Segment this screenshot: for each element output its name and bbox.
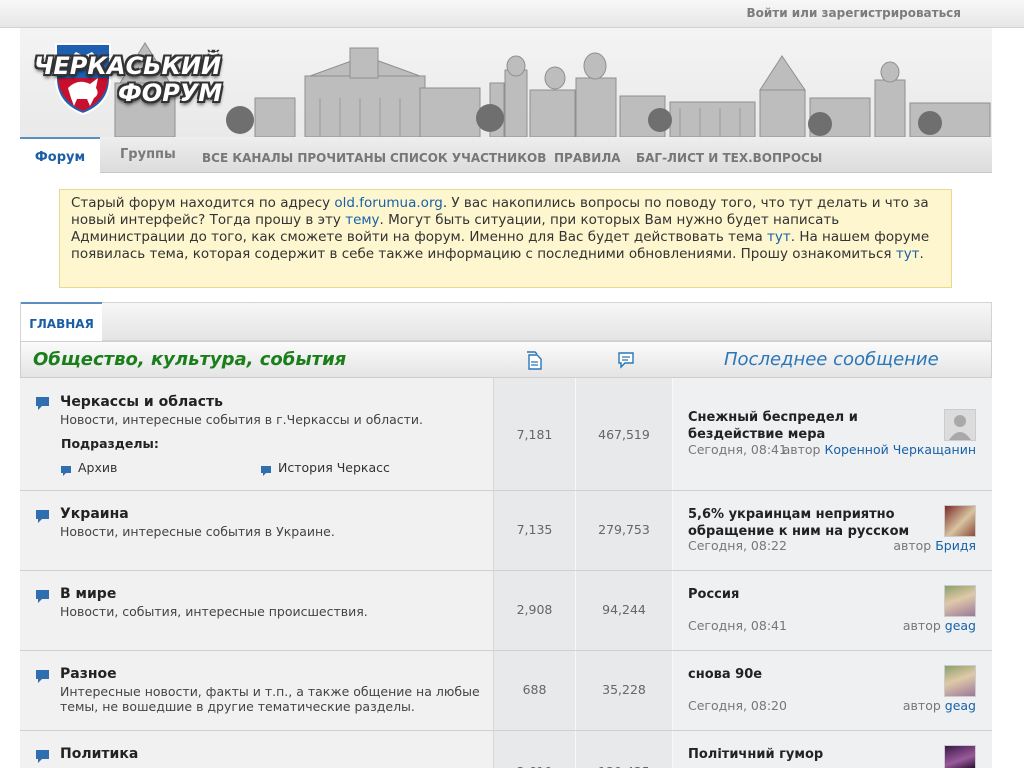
forum-thread-count: 7,181 xyxy=(494,378,576,490)
announcement-notice: Старый форум находится по адресу old.for… xyxy=(59,189,952,288)
last-post-title[interactable]: Снежный беспредел и бездействие мера xyxy=(688,409,926,443)
forum-message-count: 35,228 xyxy=(576,651,673,730)
forum-description: Новости, интересные события в Украине. xyxy=(60,524,335,539)
forum-description: Интересные новости, факты и т.п., а такж… xyxy=(60,684,480,714)
forum-info-cell: Украина Новости, интересные события в Ук… xyxy=(20,491,494,570)
avatar[interactable] xyxy=(944,409,976,441)
nav-link-mark-all-read[interactable]: ВСЕ КАНАЛЫ ПРОЧИТАНЫ xyxy=(202,151,386,165)
notice-here-link[interactable]: тут xyxy=(767,229,791,245)
last-post-title[interactable]: 5,6% украинцам неприятно обращение к ним… xyxy=(688,506,926,540)
forum-bubble-icon xyxy=(35,508,51,528)
avatar[interactable] xyxy=(944,745,976,768)
forum-row: Разное Интересные новости, факты и т.п.,… xyxy=(20,651,992,731)
last-post-author: автор geag xyxy=(903,698,976,713)
forum-row: В мире Новости, события, интересные прои… xyxy=(20,571,992,651)
subforum-link-archive[interactable]: Архив xyxy=(78,460,117,475)
login-register-link[interactable]: Войти или зарегистрироваться xyxy=(746,6,961,20)
subforum-icon xyxy=(261,462,272,481)
subforum-icon xyxy=(61,462,72,481)
last-post-author-link[interactable]: Бридя xyxy=(935,538,976,553)
forum-message-count: 130,435 xyxy=(576,731,673,768)
forum-description: Новости, интересные события в г.Черкассы… xyxy=(60,412,423,427)
author-prefix: автор xyxy=(902,698,941,713)
last-post-title[interactable]: Політичний гумор xyxy=(688,746,926,763)
forum-title[interactable]: Черкассы и область xyxy=(60,394,223,410)
main-navigation: Форум Группы ВСЕ КАНАЛЫ ПРОЧИТАНЫ СПИСОК… xyxy=(20,137,992,173)
author-prefix: автор xyxy=(902,618,941,633)
messages-icon xyxy=(617,351,635,374)
nav-tab-groups[interactable]: Группы xyxy=(120,147,176,162)
forum-message-count: 94,244 xyxy=(576,571,673,650)
logo-text-line1: ЧЕРКАСЬКИЙ xyxy=(34,52,222,80)
category-header: Общество, культура, события Последнее со… xyxy=(20,341,992,378)
last-post-author: автор Коренной Черкащанин xyxy=(783,442,976,457)
nav-link-members-list[interactable]: СПИСОК УЧАСТНИКОВ xyxy=(390,151,546,165)
forum-description: Новости, события, интересные происшестви… xyxy=(60,604,368,619)
last-post-cell: Політичний гумор xyxy=(673,731,992,768)
forum-title[interactable]: Политика xyxy=(60,746,138,762)
forum-bubble-icon xyxy=(35,668,51,688)
forum-info-cell: Черкассы и область Новости, интересные с… xyxy=(20,378,494,490)
subforum-link-history[interactable]: История Черкасс xyxy=(278,460,390,475)
threads-icon xyxy=(526,351,544,374)
notice-text: . xyxy=(919,246,924,262)
forum-thread-count: 7,135 xyxy=(494,491,576,570)
avatar[interactable] xyxy=(944,665,976,697)
forum-info-cell: Политика xyxy=(20,731,494,768)
last-post-author-link[interactable]: Коренной Черкащанин xyxy=(824,442,976,457)
last-post-column-header: Последнее сообщение xyxy=(724,349,939,370)
forum-title[interactable]: Разное xyxy=(60,666,117,682)
last-post-cell: 5,6% украинцам неприятно обращение к ним… xyxy=(673,491,992,570)
last-post-author: автор Бридя xyxy=(893,538,976,553)
forum-row: Черкассы и область Новости, интересные с… xyxy=(20,378,992,491)
avatar[interactable] xyxy=(944,585,976,617)
nav-link-rules[interactable]: ПРАВИЛА xyxy=(554,151,621,165)
forum-message-count: 467,519 xyxy=(576,378,673,490)
last-post-title[interactable]: снова 90е xyxy=(688,666,926,683)
notice-updates-link[interactable]: тут xyxy=(896,246,920,262)
site-banner[interactable]: ЧЕРКАСЬКИЙ ФОРУМ xyxy=(20,28,992,137)
forum-row: Украина Новости, интересные события в Ук… xyxy=(20,491,992,571)
last-post-title[interactable]: Россия xyxy=(688,586,926,603)
forum-title[interactable]: Украина xyxy=(60,506,129,522)
logo-text-line2: ФОРУМ xyxy=(118,79,223,107)
last-post-date: Сегодня, 08:22 xyxy=(688,538,787,553)
last-post-cell: Снежный беспредел и бездействие мера Сег… xyxy=(673,378,992,490)
nav-link-bug-list[interactable]: БАГ-ЛИСТ И ТЕХ.ВОПРОСЫ xyxy=(636,151,822,165)
nav-tab-forum[interactable]: Форум xyxy=(20,137,100,173)
forum-bubble-icon xyxy=(35,748,51,768)
category-title[interactable]: Общество, культура, события xyxy=(33,349,346,370)
forum-thread-count: 688 xyxy=(494,651,576,730)
last-post-author-link[interactable]: geag xyxy=(945,618,976,633)
avatar[interactable] xyxy=(944,505,976,537)
author-prefix: автор xyxy=(893,538,932,553)
last-post-date: Сегодня, 08:41 xyxy=(688,442,787,457)
forum-title[interactable]: В мире xyxy=(60,586,116,602)
notice-old-forum-link[interactable]: old.forumua.org xyxy=(334,195,442,211)
forum-info-cell: В мире Новости, события, интересные прои… xyxy=(20,571,494,650)
forum-bubble-icon xyxy=(35,588,51,608)
forum-info-cell: Разное Интересные новости, факты и т.п.,… xyxy=(20,651,494,730)
forum-thread-count: 3,610 xyxy=(494,731,576,768)
forum-tabs: ГЛАВНАЯ xyxy=(20,302,992,342)
last-post-author-link[interactable]: geag xyxy=(945,698,976,713)
last-post-author: автор geag xyxy=(903,618,976,633)
forum-row: Политика 3,610 130,435 Політичний гумор xyxy=(20,731,992,768)
last-post-date: Сегодня, 08:41 xyxy=(688,618,787,633)
forum-thread-count: 2,908 xyxy=(494,571,576,650)
last-post-cell: Россия Сегодня, 08:41 автор geag xyxy=(673,571,992,650)
last-post-date: Сегодня, 08:20 xyxy=(688,698,787,713)
subforums-label: Подразделы: xyxy=(61,436,159,451)
notice-topic-link[interactable]: тему xyxy=(345,212,379,228)
author-prefix: автор xyxy=(782,442,821,457)
forum-bubble-icon xyxy=(35,395,51,415)
last-post-cell: снова 90е Сегодня, 08:20 автор geag xyxy=(673,651,992,730)
top-bar: Войти или зарегистрироваться xyxy=(0,0,1024,28)
forum-message-count: 279,753 xyxy=(576,491,673,570)
tab-main[interactable]: ГЛАВНАЯ xyxy=(21,302,102,342)
notice-text: Старый форум находится по адресу xyxy=(71,195,335,211)
